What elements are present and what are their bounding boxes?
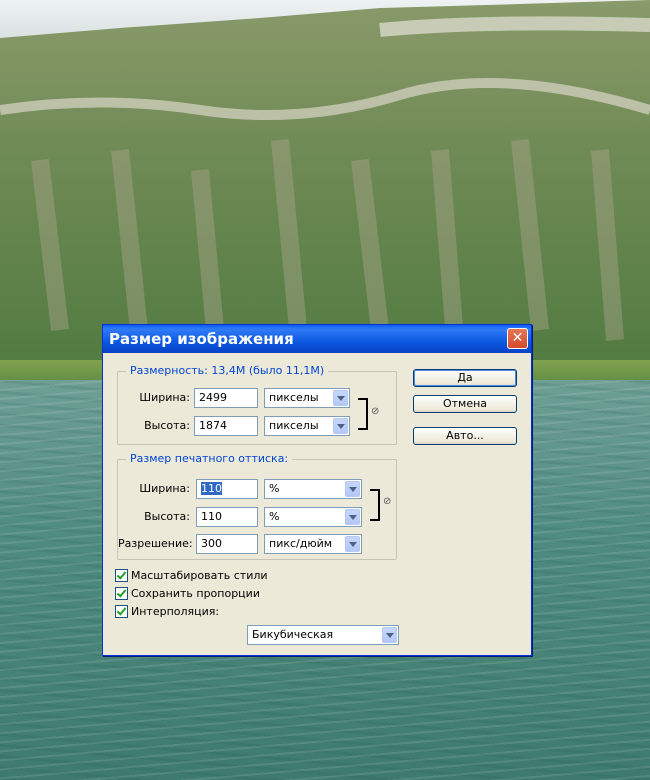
proportion-link-bracket (358, 398, 368, 430)
document-size-legend: Размер печатного оттиска: (126, 452, 293, 465)
dialog-title: Размер изображения (109, 330, 294, 348)
image-size-dialog: Размер изображения ✕ Размерность: 13,4M … (102, 324, 532, 656)
doc-width-unit-select[interactable]: % (264, 479, 362, 499)
chevron-down-icon[interactable] (382, 627, 397, 643)
chevron-down-icon[interactable] (333, 418, 348, 434)
document-size-group: Размер печатного оттиска: Ширина: 110 % … (117, 452, 397, 560)
resolution-input[interactable]: 300 (196, 534, 258, 554)
doc-width-input[interactable]: 110 (196, 479, 258, 499)
resolution-label: Разрешение: (118, 537, 193, 550)
ok-button[interactable]: Да (413, 369, 517, 387)
constrain-proportions-checkbox[interactable]: Сохранить пропорции (115, 587, 260, 600)
chain-link-icon: ⊘ (371, 406, 380, 417)
resample-method-value: Бикубическая (252, 628, 334, 641)
doc-height-unit-value: % (269, 510, 280, 523)
chevron-down-icon[interactable] (345, 481, 360, 497)
constrain-proportions-label: Сохранить пропорции (131, 587, 260, 600)
pixel-height-unit-select[interactable]: пикселы (264, 416, 350, 436)
dialog-titlebar[interactable]: Размер изображения ✕ (103, 325, 531, 353)
scale-styles-label: Масштабировать стили (131, 569, 268, 582)
checkbox-checked-icon[interactable] (115, 569, 128, 582)
resolution-unit-select[interactable]: пикс/дюйм (264, 534, 362, 554)
checkbox-checked-icon[interactable] (115, 587, 128, 600)
doc-width-value: 110 (201, 482, 222, 495)
chain-link-icon: ⊘ (383, 496, 392, 507)
proportion-link-bracket (370, 489, 380, 521)
pixel-width-unit-value: пикселы (269, 391, 319, 404)
close-icon[interactable]: ✕ (507, 328, 528, 349)
resample-label: Интерполяция: (131, 605, 220, 618)
pixel-dimensions-legend: Размерность: 13,4M (было 11,1M) (126, 364, 329, 377)
resolution-unit-value: пикс/дюйм (269, 537, 333, 550)
auto-button[interactable]: Авто... (413, 427, 517, 445)
pixel-height-label: Высота: (144, 419, 190, 432)
chevron-down-icon[interactable] (345, 509, 360, 525)
doc-height-unit-select[interactable]: % (264, 507, 362, 527)
doc-height-input[interactable]: 110 (196, 507, 258, 527)
scale-styles-checkbox[interactable]: Масштабировать стили (115, 569, 268, 582)
resample-checkbox[interactable]: Интерполяция: (115, 605, 219, 618)
pixel-width-input[interactable]: 2499 (194, 388, 258, 408)
resample-method-select[interactable]: Бикубическая (247, 625, 399, 645)
doc-width-label: Ширина: (139, 482, 190, 495)
pixel-height-unit-value: пикселы (269, 419, 319, 432)
pixel-width-label: Ширина: (139, 391, 190, 404)
checkbox-checked-icon[interactable] (115, 605, 128, 618)
pixel-dimensions-group: Размерность: 13,4M (было 11,1M) Ширина: … (117, 364, 397, 445)
pixel-width-unit-select[interactable]: пикселы (264, 388, 350, 408)
chevron-down-icon[interactable] (345, 536, 360, 552)
pixel-height-input[interactable]: 1874 (194, 416, 258, 436)
cancel-button[interactable]: Отмена (413, 395, 517, 413)
doc-height-label: Высота: (144, 510, 190, 523)
chevron-down-icon[interactable] (333, 390, 348, 406)
doc-width-unit-value: % (269, 482, 280, 495)
